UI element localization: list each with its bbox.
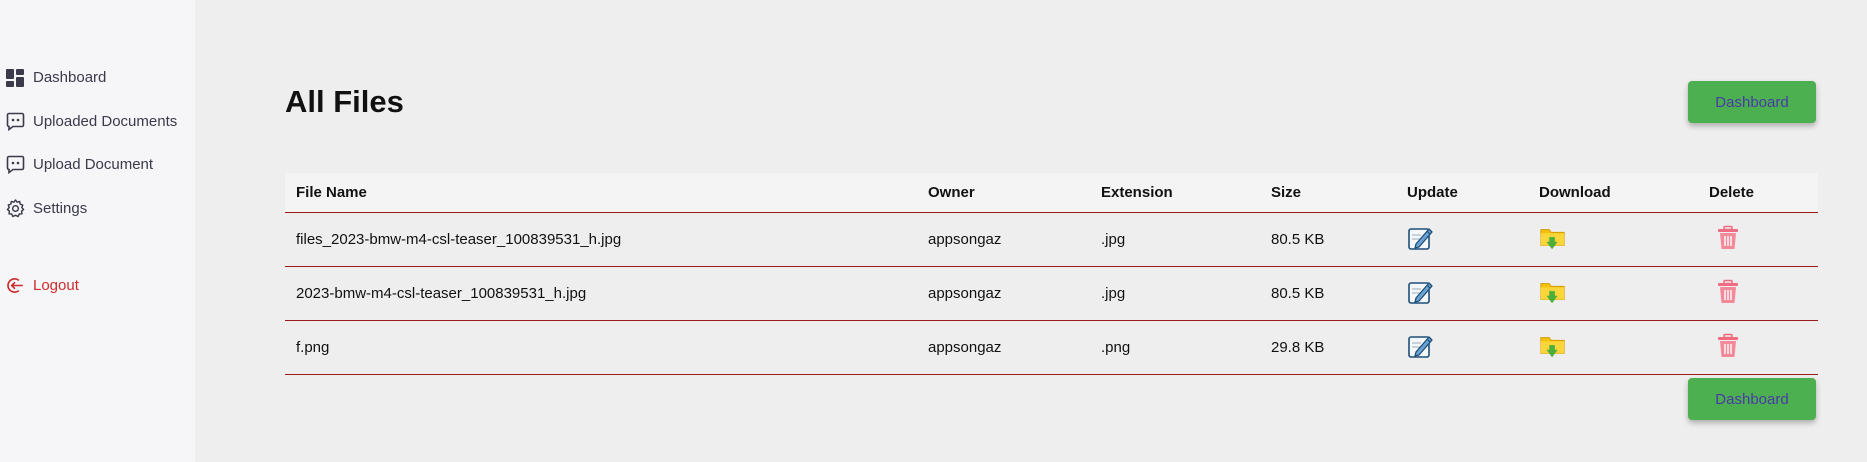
logout-label: Logout	[33, 277, 79, 295]
file-name-cell: files_2023-bmw-m4-csl-teaser_100839531_h…	[296, 231, 622, 248]
download-cell	[1528, 332, 1698, 364]
extension-cell: .jpg	[1101, 285, 1126, 302]
logout: Logout	[0, 264, 195, 308]
gear-icon	[5, 198, 25, 218]
column-header-owner: Owner	[928, 184, 975, 201]
download-folder-icon[interactable]	[1539, 332, 1567, 360]
chat-icon	[5, 155, 25, 175]
sidebar-item-upload-document[interactable]: Upload Document	[0, 143, 195, 187]
edit-icon[interactable]	[1407, 332, 1435, 360]
download-folder-icon[interactable]	[1539, 224, 1567, 252]
sidebar-item-dashboard[interactable]: Dashboard	[0, 56, 195, 100]
page-title: All Files	[285, 84, 404, 119]
edit-icon[interactable]	[1407, 224, 1435, 252]
file-name-cell: 2023-bmw-m4-csl-teaser_100839531_h.jpg	[296, 285, 587, 302]
sidebar: Dashboard Uploaded Documents Upload Docu…	[0, 0, 195, 462]
size-cell: 80.5 KB	[1271, 231, 1325, 248]
sidebar-nav: Dashboard Uploaded Documents Upload Docu…	[0, 56, 195, 230]
dashboard-icon	[5, 68, 25, 88]
extension-cell: .png	[1101, 339, 1131, 356]
column-header-size: Size	[1271, 184, 1302, 201]
sidebar-item-label: Uploaded Documents	[33, 112, 178, 130]
files-table: File Name Owner Extension Size Update Do…	[285, 173, 1818, 375]
trash-icon[interactable]	[1714, 278, 1742, 306]
download-folder-icon[interactable]	[1539, 278, 1567, 306]
file-name-cell: f.png	[296, 339, 330, 356]
delete-cell	[1698, 224, 1818, 255]
column-header-file-name: File Name	[296, 184, 367, 201]
logout-icon	[5, 276, 25, 296]
size-cell: 29.8 KB	[1271, 339, 1325, 356]
column-header-delete: Delete	[1709, 184, 1755, 201]
column-header-update: Update	[1407, 184, 1458, 201]
table-row: f.png appsongaz .png 29.8 KB	[285, 321, 1818, 375]
sidebar-item-label: Dashboard	[33, 69, 107, 87]
download-cell	[1528, 224, 1698, 256]
trash-icon[interactable]	[1714, 332, 1742, 360]
download-cell	[1528, 278, 1698, 310]
chat-icon	[5, 111, 25, 131]
column-header-download: Download	[1539, 184, 1611, 201]
owner-cell: appsongaz	[928, 231, 1002, 248]
size-cell: 80.5 KB	[1271, 285, 1325, 302]
table-header: File Name Owner Extension Size Update Do…	[285, 173, 1818, 213]
edit-icon[interactable]	[1407, 278, 1435, 306]
sidebar-item-settings[interactable]: Settings	[0, 187, 195, 231]
extension-cell: .jpg	[1101, 231, 1126, 248]
delete-cell	[1698, 278, 1818, 309]
update-cell	[1396, 332, 1528, 364]
table-row: files_2023-bmw-m4-csl-teaser_100839531_h…	[285, 213, 1818, 267]
table-row: 2023-bmw-m4-csl-teaser_100839531_h.jpg a…	[285, 267, 1818, 321]
update-cell	[1396, 278, 1528, 310]
logout-button[interactable]: Logout	[0, 264, 195, 308]
owner-cell: appsongaz	[928, 339, 1002, 356]
sidebar-item-label: Settings	[33, 199, 88, 217]
dashboard-button[interactable]: Dashboard	[1688, 81, 1816, 123]
sidebar-item-uploaded-documents[interactable]: Uploaded Documents	[0, 100, 195, 144]
owner-cell: appsongaz	[928, 285, 1002, 302]
dashboard-button-bottom[interactable]: Dashboard	[1688, 378, 1816, 420]
trash-icon[interactable]	[1714, 224, 1742, 252]
column-header-extension: Extension	[1101, 184, 1173, 201]
sidebar-item-label: Upload Document	[33, 156, 154, 174]
delete-cell	[1698, 332, 1818, 363]
update-cell	[1396, 224, 1528, 256]
